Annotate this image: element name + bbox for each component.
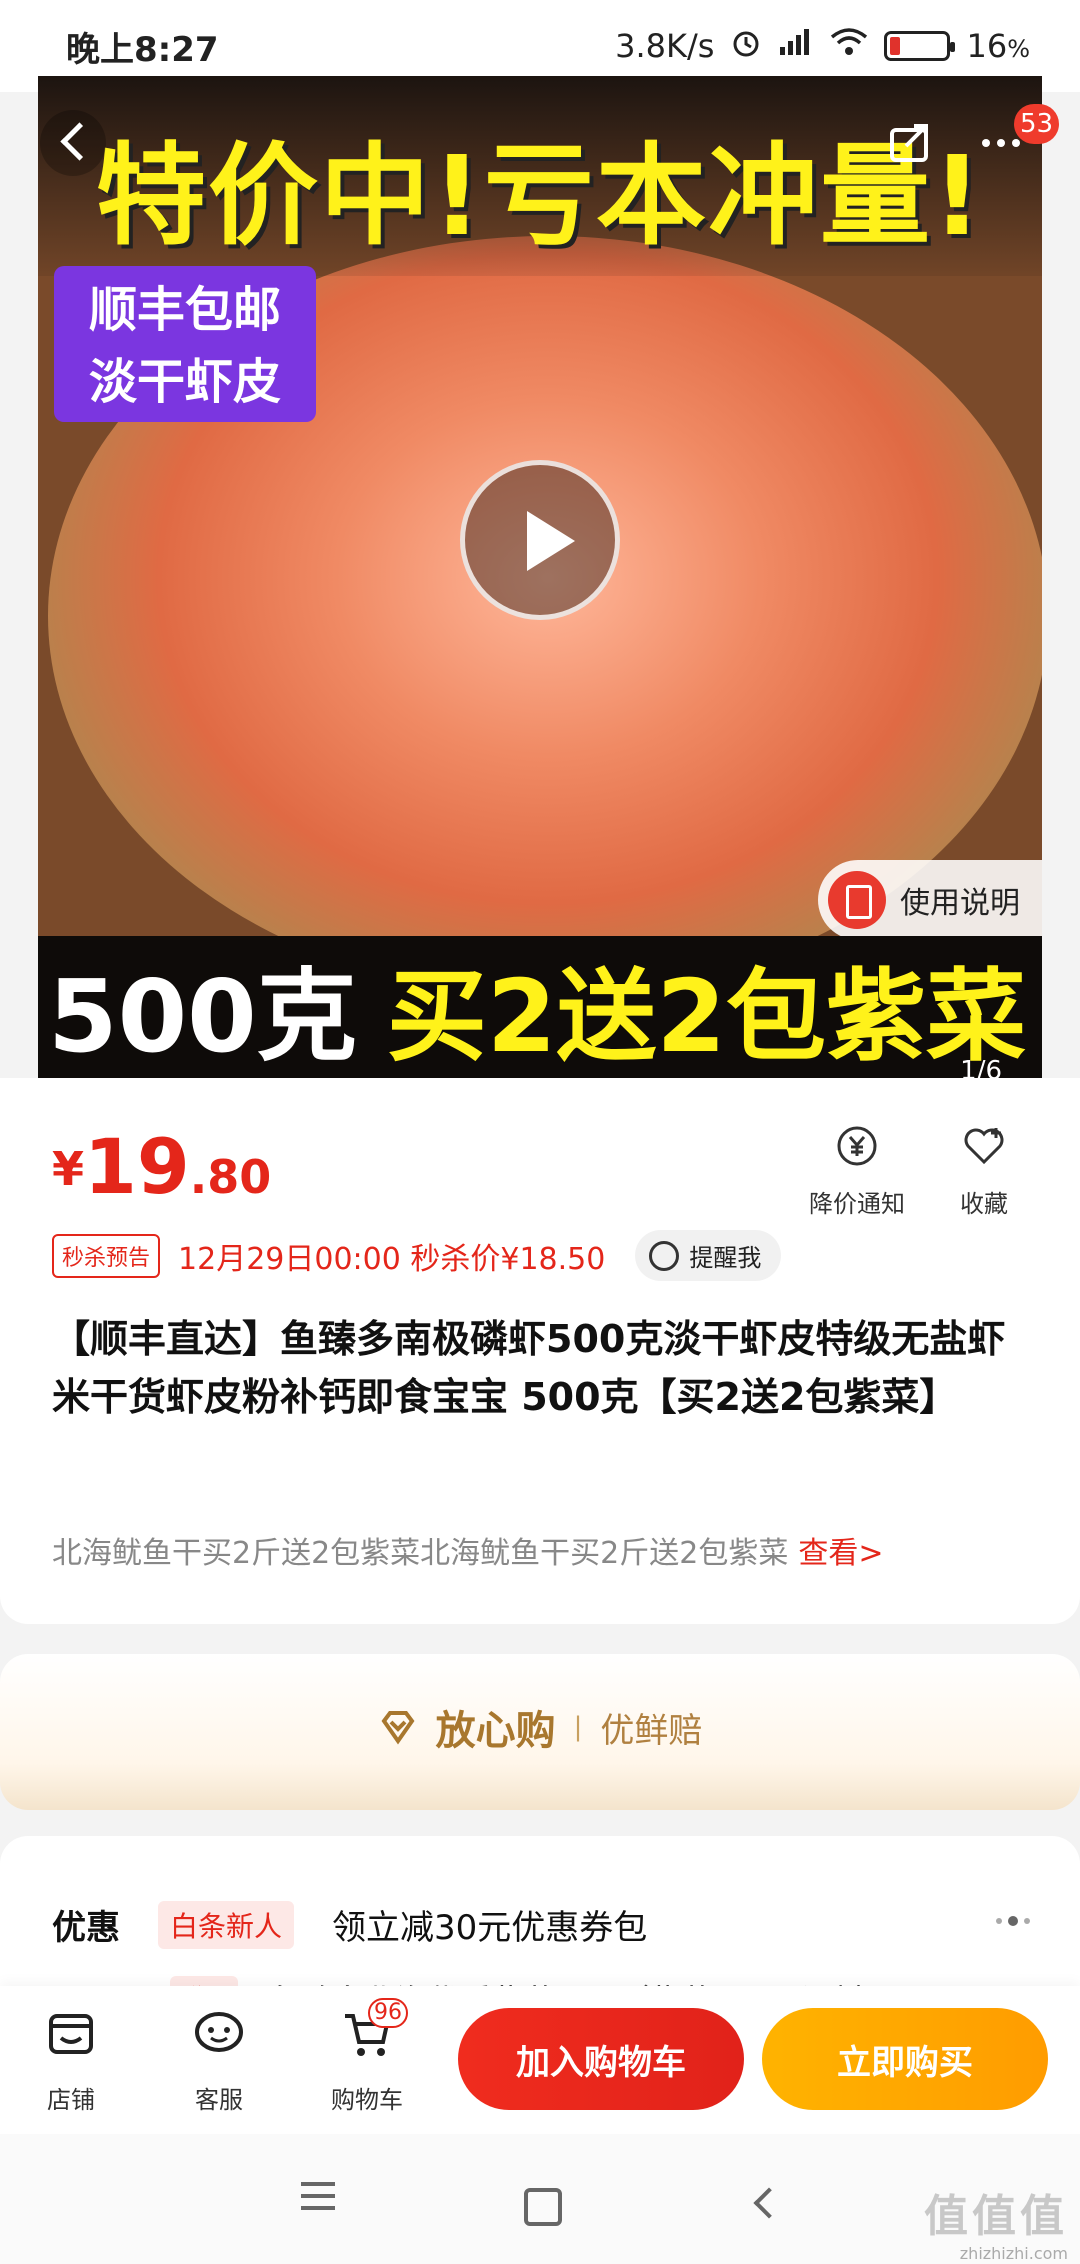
product-hero-image[interactable]: 特价中!亏本冲量! 顺丰包邮 淡干虾皮 使用说明 500克 买2送2包紫菜 1/… [38,76,1042,1078]
product-info-card: ¥19.80 降价通知 收藏 秒杀预告 12月29日00:00 秒杀价¥18.5… [0,1078,1080,1624]
product-subtitle: 北海鱿鱼干买2斤送2包紫菜北海鱿鱼干买2斤送2包紫菜 查看> [52,1528,884,1572]
diamond-heart-icon [381,1711,415,1745]
assurance-minor: 优鲜赔 [600,1710,703,1751]
wifi-icon [830,27,868,65]
assurance-card[interactable]: 放心购 | 优鲜赔 [0,1654,1080,1810]
hero-weight: 500克 [48,957,357,1075]
price: ¥19.80 [52,1122,272,1211]
system-back-button[interactable] [736,2174,796,2234]
usage-manual-button[interactable]: 使用说明 [818,860,1042,940]
signal-icon [778,27,814,65]
heart-icon [964,1128,1004,1165]
price-drop-notify-button[interactable]: 降价通知 [802,1122,912,1219]
seckill-text: 12月29日00:00 秒杀价¥18.50 [178,1241,606,1277]
play-video-button[interactable] [460,460,620,620]
hero-offer: 买2送2包紫菜 [386,957,1026,1075]
net-speed: 3.8K/s [615,27,715,65]
back-button[interactable] [40,110,106,176]
cart-count-badge: 96 [368,1998,408,2028]
shop-button[interactable]: 店铺 [16,2006,126,2115]
battery-icon [884,31,956,61]
status-time: 晚上8:27 [66,29,219,70]
recent-apps-button[interactable] [288,2174,348,2234]
hero-bottom-band: 500克 买2送2包紫菜 [38,936,1042,1078]
chat-icon [195,2012,243,2052]
promo-desc: 领立减30元优惠券包 [332,1908,648,1948]
status-right: 3.8K/s 16% [615,26,1030,66]
image-pager: 1/6 [960,1056,1002,1078]
hero-tag: 顺丰包邮 淡干虾皮 [54,266,316,422]
share-button[interactable] [876,110,942,176]
alarm-icon [730,26,762,66]
product-title: 【顺丰直达】鱼臻多南极磷虾500克淡干虾皮特级无盐虾米干货虾皮粉补钙即食宝宝 5… [52,1317,1006,1419]
price-notify-icon [837,1126,877,1166]
product-page: 晚上8:27 3.8K/s 16% 特价中!亏本冲量! 顺丰包邮 淡干虾皮 使用… [0,0,1080,2264]
watermark: 值值值 zhizhizhi.com [924,2191,1068,2263]
hero-headline: 特价中!亏本冲量! [95,132,985,260]
home-button[interactable] [510,2174,570,2234]
system-nav-bar [0,2134,1080,2264]
shop-icon [49,2014,93,2054]
cart-button[interactable]: 96 购物车 [312,1998,422,2115]
manual-icon [828,871,886,929]
favorite-button[interactable]: 收藏 [944,1122,1024,1219]
seckill-tag: 秒杀预告 [52,1233,161,1278]
bottom-action-bar: 店铺 客服 96 购物车 加入购物车 立即购买 [0,1986,1080,2134]
seckill-preview: 秒杀预告 12月29日00:00 秒杀价¥18.50 提醒我 [52,1230,782,1281]
battery-percent: 16% [966,27,1030,65]
clock-icon [649,1240,680,1271]
add-to-cart-button[interactable]: 加入购物车 [458,2008,744,2110]
view-more-link[interactable]: 查看> [798,1528,883,1572]
promo-label: 优惠 [52,1908,120,1948]
remind-me-button[interactable]: 提醒我 [635,1230,782,1281]
customer-service-button[interactable]: 客服 [164,2006,274,2115]
promo-more-dots[interactable] [996,1916,1030,1926]
buy-now-button[interactable]: 立即购买 [762,2008,1048,2110]
message-badge: 53 [1014,104,1060,144]
coupon-row[interactable]: 优惠 白条新人 领立减30元优惠券包 [52,1900,647,1949]
assurance-main: 放心购 [435,1708,556,1754]
promo-tag: 白条新人 [158,1900,295,1949]
share-icon [890,124,928,162]
